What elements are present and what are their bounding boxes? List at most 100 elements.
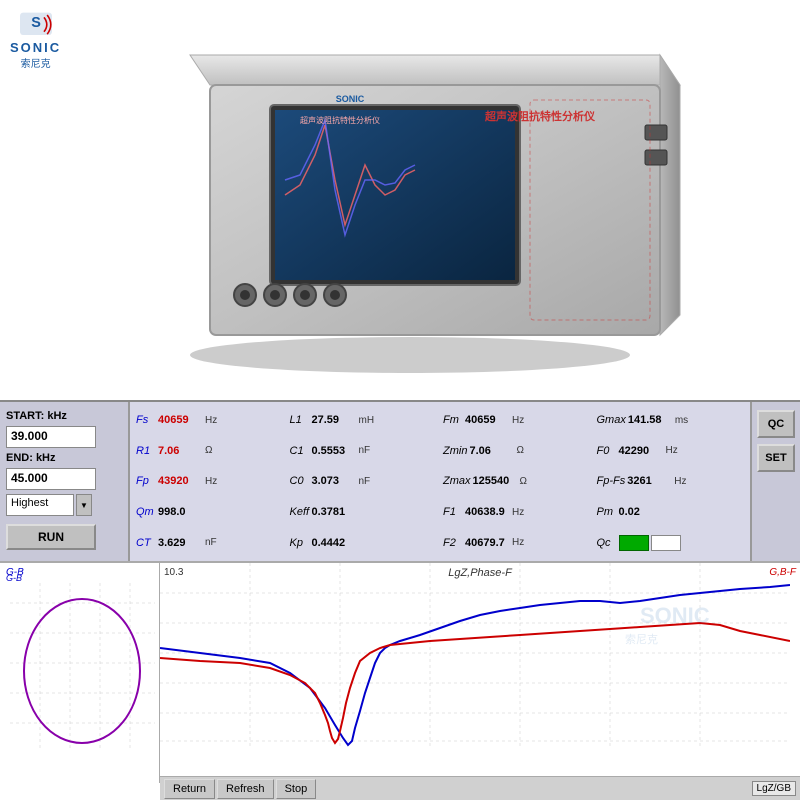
param-unit-f1: Hz xyxy=(512,507,532,518)
param-unit-fp: Hz xyxy=(205,476,225,487)
gb-chart-label: G-B xyxy=(6,567,24,578)
param-val-fs: 40659 xyxy=(158,414,203,426)
brand-logo: S SONIC 索尼克 xyxy=(10,10,61,70)
param-unit-fm: Hz xyxy=(512,415,532,426)
lgz-chart: 10.3 LgZ,Phase-F G,B-F xyxy=(160,563,800,800)
param-unit-c0: nF xyxy=(359,476,379,487)
param-qc: Qc xyxy=(595,528,747,557)
param-keff: Keff 0.3781 xyxy=(288,498,440,527)
gb-chart-svg: G-B xyxy=(0,563,160,758)
param-unit-zmax: Ω xyxy=(520,476,540,487)
param-name-f2: F2 xyxy=(443,537,463,549)
param-val-pm: 0.02 xyxy=(619,506,664,518)
measurement-ui: START: kHz 39.000 END: kHz 45.000 Highes… xyxy=(0,400,800,800)
svg-text:SONIC: SONIC xyxy=(640,603,710,628)
param-val-fp: 43920 xyxy=(158,475,203,487)
param-kp: Kp 0.4442 xyxy=(288,528,440,557)
svg-text:SONIC: SONIC xyxy=(336,94,365,104)
param-name-ct: CT xyxy=(136,537,156,549)
brand-sub: 索尼克 xyxy=(21,55,51,70)
param-val-zmin: 7.06 xyxy=(469,445,514,457)
param-fs: Fs 40659 Hz xyxy=(134,406,286,435)
param-unit-fs: Hz xyxy=(205,415,225,426)
param-fm: Fm 40659 Hz xyxy=(441,406,593,435)
qc-panel: QC SET xyxy=(750,402,800,561)
param-val-fm: 40659 xyxy=(465,414,510,426)
param-grid: Fs 40659 Hz L1 27.59 mH Fm 40659 Hz Gmax… xyxy=(130,402,750,561)
qc-green-indicator xyxy=(619,535,649,551)
param-unit-zmin: Ω xyxy=(516,445,536,456)
param-fp: Fp 43920 Hz xyxy=(134,467,286,496)
param-name-f0: F0 xyxy=(597,445,617,457)
param-unit-gmax: ms xyxy=(675,415,695,426)
param-qm: Qm 998.0 xyxy=(134,498,286,527)
param-pm: Pm 0.02 xyxy=(595,498,747,527)
device-illustration: 超声波阻抗特性分析仪 超声波阻抗特性分析仪 SONIC xyxy=(100,25,700,375)
chart-area: G-B G-B 10.3 LgZ,Phase-F xyxy=(0,562,800,800)
qc-white-indicator xyxy=(651,535,681,551)
param-val-f0: 42290 xyxy=(619,445,664,457)
run-button[interactable]: RUN xyxy=(6,524,96,550)
param-fpfs: Fp-Fs 3261 Hz xyxy=(595,467,747,496)
param-val-c0: 3.073 xyxy=(312,475,357,487)
param-val-qm: 998.0 xyxy=(158,506,203,518)
param-val-r1: 7.06 xyxy=(158,445,203,457)
param-name-zmax: Zmax xyxy=(443,475,471,487)
param-name-c1: C1 xyxy=(290,445,310,457)
end-value[interactable]: 45.000 xyxy=(6,468,96,490)
param-name-l1: L1 xyxy=(290,414,310,426)
param-f0: F0 42290 Hz xyxy=(595,437,747,466)
param-val-f1: 40638.9 xyxy=(465,506,510,518)
param-val-f2: 40679.7 xyxy=(465,537,510,549)
param-zmin: Zmin 7.06 Ω xyxy=(441,437,593,466)
left-controls: START: kHz 39.000 END: kHz 45.000 Highes… xyxy=(0,402,130,561)
svg-text:索尼克: 索尼克 xyxy=(625,632,658,646)
param-unit-f0: Hz xyxy=(666,445,686,456)
param-val-keff: 0.3781 xyxy=(312,506,357,518)
param-c1: C1 0.5553 nF xyxy=(288,437,440,466)
product-image-area: S SONIC 索尼克 xyxy=(0,0,800,400)
param-val-kp: 0.4442 xyxy=(312,537,357,549)
param-f1: F1 40638.9 Hz xyxy=(441,498,593,527)
param-r1: R1 7.06 Ω xyxy=(134,437,286,466)
gb-chart: G-B G-B xyxy=(0,563,160,783)
start-value[interactable]: 39.000 xyxy=(6,426,96,448)
dropdown-arrow-icon[interactable]: ▼ xyxy=(76,494,92,516)
param-val-gmax: 141.58 xyxy=(628,414,673,426)
stop-button[interactable]: Stop xyxy=(276,779,317,799)
sonic-logo-icon: S xyxy=(16,10,56,40)
main-chart-svg: SONIC 索尼克 xyxy=(160,563,790,758)
param-unit-r1: Ω xyxy=(205,445,225,456)
param-f2: F2 40679.7 Hz xyxy=(441,528,593,557)
param-val-zmax: 125540 xyxy=(473,475,518,487)
param-val-c1: 0.5553 xyxy=(312,445,357,457)
end-label: END: kHz xyxy=(6,452,122,464)
param-l1: L1 27.59 mH xyxy=(288,406,440,435)
start-label: START: kHz xyxy=(6,410,122,422)
param-name-gmax: Gmax xyxy=(597,414,626,426)
return-button[interactable]: Return xyxy=(164,779,215,799)
param-ct: CT 3.629 nF xyxy=(134,528,286,557)
param-name-pm: Pm xyxy=(597,506,617,518)
param-name-qm: Qm xyxy=(136,506,156,518)
param-unit-fpfs: Hz xyxy=(674,476,694,487)
brand-name: SONIC xyxy=(10,40,61,55)
param-val-l1: 27.59 xyxy=(312,414,357,426)
svg-text:超声波阻抗特性分析仪: 超声波阻抗特性分析仪 xyxy=(300,115,380,125)
chart-bottom-bar: Return Refresh Stop LgZ/GB xyxy=(160,776,800,800)
svg-text:超声波阻抗特性分析仪: 超声波阻抗特性分析仪 xyxy=(484,109,596,123)
param-name-zmin: Zmin xyxy=(443,445,467,457)
param-unit-f2: Hz xyxy=(512,537,532,548)
param-name-c0: C0 xyxy=(290,475,310,487)
set-button[interactable]: SET xyxy=(757,444,795,472)
mode-dropdown[interactable]: Highest ▼ xyxy=(6,494,122,516)
param-gmax: Gmax 141.58 ms xyxy=(595,406,747,435)
param-name-keff: Keff xyxy=(290,506,310,518)
refresh-button[interactable]: Refresh xyxy=(217,779,274,799)
param-name-fm: Fm xyxy=(443,414,463,426)
param-name-r1: R1 xyxy=(136,445,156,457)
qc-button[interactable]: QC xyxy=(757,410,795,438)
lgz-badge: LgZ/GB xyxy=(752,781,796,796)
param-val-fpfs: 3261 xyxy=(627,475,672,487)
parameter-panel: START: kHz 39.000 END: kHz 45.000 Highes… xyxy=(0,402,800,562)
